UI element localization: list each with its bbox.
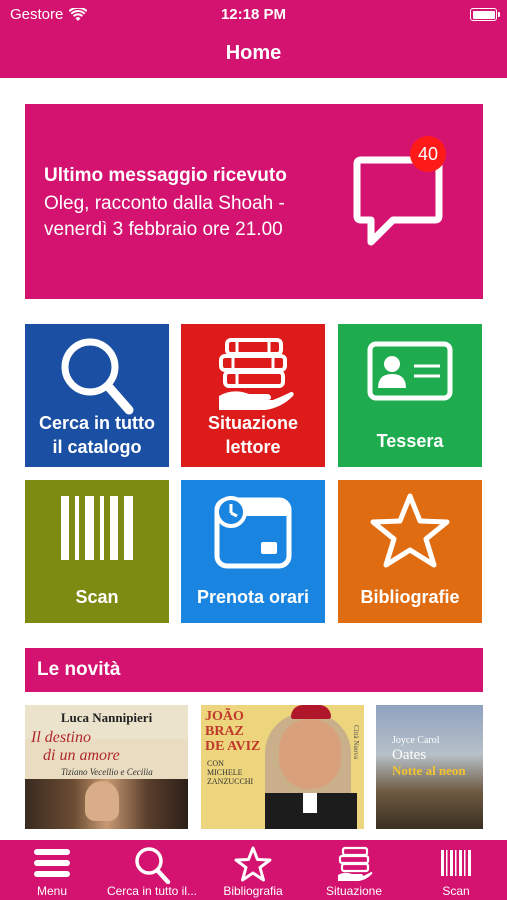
tab-scan[interactable]: Scan [416, 840, 496, 900]
book-title-line-2: BRAZ [205, 724, 244, 739]
book-author-line-2: Oates [392, 747, 427, 763]
search-icon [135, 847, 171, 884]
id-card-icon [367, 341, 453, 401]
last-message-card[interactable]: Ultimo messaggio ricevuto Oleg, racconto… [25, 104, 483, 299]
search-icon [61, 338, 134, 415]
book-coauthor-line-1: MICHELE [207, 768, 243, 777]
tab-status[interactable]: Situazione [310, 840, 398, 900]
books-hand-icon [338, 846, 373, 881]
book-cover-1[interactable]: Luca Nannipieri Il destino di un amore T… [25, 705, 188, 829]
tile-scan[interactable]: Scan [25, 480, 169, 623]
message-line-1: Oleg, racconto dalla Shoah - [44, 193, 285, 214]
book-subtitle: Tiziano Vecellio e Cecilia [61, 767, 153, 777]
message-title: Ultimo messaggio ricevuto [44, 165, 287, 186]
star-icon [370, 493, 450, 568]
tab-label: Menu [36, 884, 68, 898]
news-section-title: Le novità [25, 648, 483, 692]
barcode-icon [61, 496, 133, 560]
barcode-icon [441, 850, 471, 876]
page-title: Home [0, 30, 507, 78]
book-title-line-1: Il destino [31, 729, 91, 746]
books-hand-icon [219, 338, 294, 410]
tile-label-line-1: Situazione [207, 413, 298, 433]
book-title-line-3: DE AVIZ [205, 739, 261, 754]
tile-label-line-1: Cerca in tutto [38, 413, 155, 433]
tile-card[interactable]: Tessera [338, 324, 482, 467]
tab-bibliography[interactable]: Bibliografia [210, 840, 296, 900]
battery-icon [470, 8, 500, 21]
tile-label: Bibliografie [360, 587, 460, 607]
tab-label: Cerca in tutto il... [106, 884, 198, 898]
tile-book-hours[interactable]: Prenota orari [181, 480, 325, 623]
message-count-badge: 40 [410, 136, 446, 172]
tile-label: Prenota orari [196, 587, 310, 607]
book-con: CON [207, 759, 224, 768]
tab-label: Bibliografia [223, 884, 283, 898]
clock: 12:18 PM [220, 6, 287, 23]
book-title: Notte al neon [392, 763, 466, 778]
tab-label: Situazione [325, 884, 383, 898]
tile-label-line-2: lettore [225, 437, 281, 457]
tab-search[interactable]: Cerca in tutto il... [94, 840, 210, 900]
star-icon [234, 846, 272, 882]
message-body: Oleg, racconto dalla Shoah - venerdì 3 f… [44, 191, 334, 243]
tile-bibliographies[interactable]: Bibliografie [338, 480, 482, 623]
tab-label: Scan [442, 884, 470, 898]
book-author-line-1: Joyce Carol [392, 735, 440, 746]
tab-menu[interactable]: Menu [10, 840, 94, 900]
book-cover-3[interactable]: Joyce Carol Oates Notte al neon [376, 705, 483, 829]
tile-label: Scan [75, 587, 119, 607]
book-publisher: Città Nuova [352, 725, 360, 760]
book-title-line-2: di un amore [43, 747, 120, 764]
menu-icon [34, 849, 70, 877]
tab-bar: Menu Cerca in tutto il... Bibliografia S… [0, 840, 507, 900]
tile-label: Tessera [376, 431, 444, 451]
tile-label-line-2: il catalogo [52, 437, 142, 457]
book-cover-2[interactable]: JOÃO BRAZ DE AVIZ CON MICHELE ZANZUCCHI … [201, 705, 364, 829]
tile-reader-status[interactable]: Situazione lettore [181, 324, 325, 467]
book-coauthor-line-2: ZANZUCCHI [207, 777, 254, 786]
message-line-2: venerdì 3 febbraio ore 21.00 [44, 219, 283, 240]
tile-search-catalog[interactable]: Cerca in tutto il catalogo [25, 324, 169, 467]
status-bar: Gestore 12:18 PM [0, 0, 507, 30]
calendar-clock-icon [214, 496, 292, 569]
book-author: Luca Nannipieri [60, 710, 153, 725]
book-title-line-1: JOÃO [205, 709, 244, 724]
